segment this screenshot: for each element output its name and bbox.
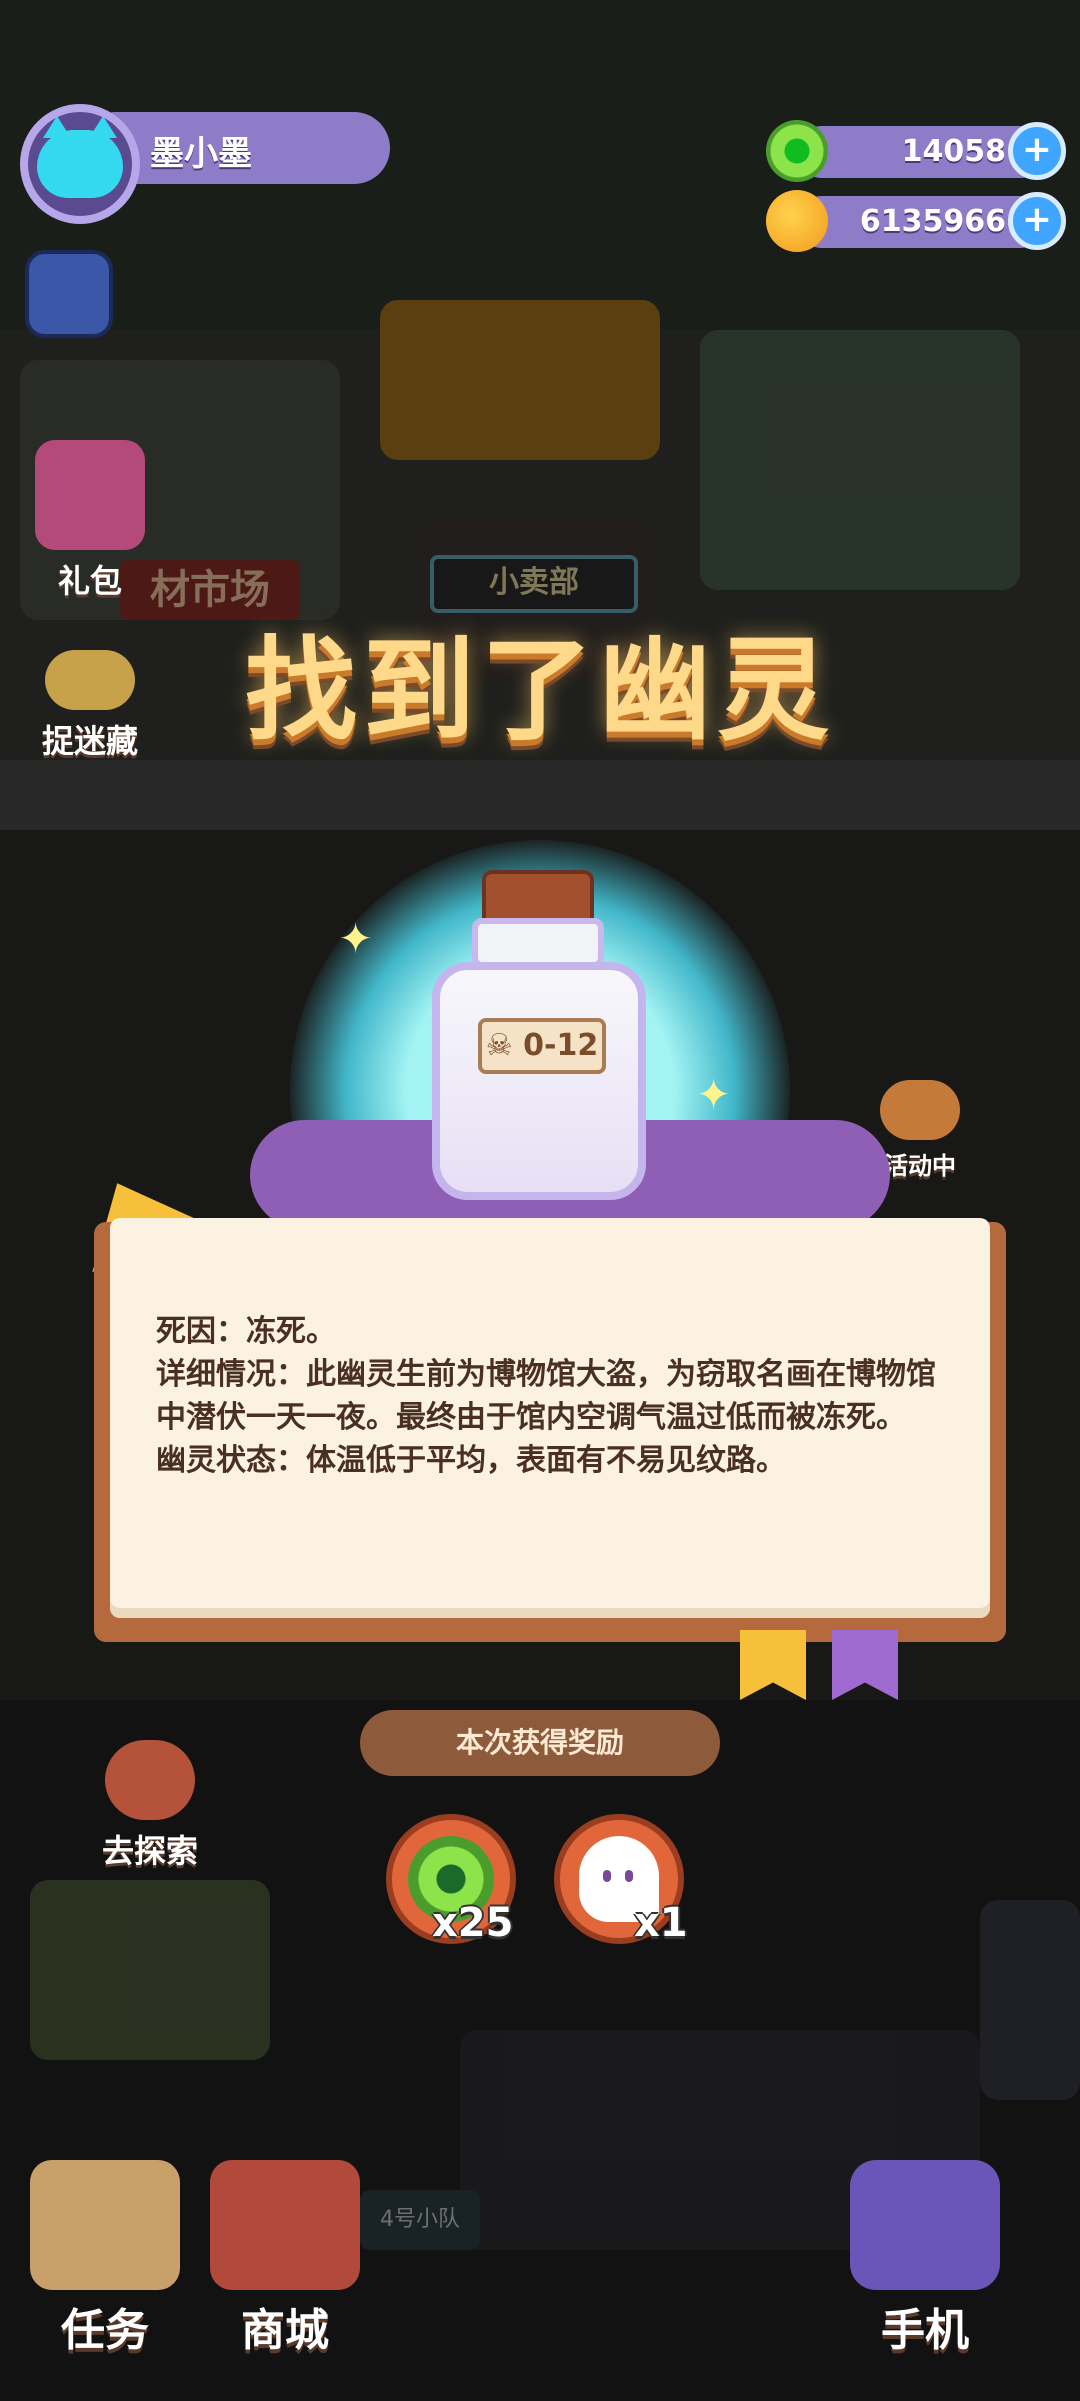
reward-label: 本次获得奖励 [360,1710,720,1776]
ghost-status: 幽灵状态：体温低于平均，表面有不易见纹路。 [156,1443,786,1478]
phone-icon [850,2160,1000,2290]
coin-currency: 6135966 + [766,190,1066,252]
donut-icon [766,120,828,182]
event-label: 活动中 [884,1152,956,1180]
add-coin-button[interactable]: + [1008,192,1066,250]
sparkle-icon: ✦ [338,914,374,963]
question-box-icon [25,250,113,338]
ghost-bottle: ☠ 0-12 [432,870,646,1200]
nav-phone-label: 手机 [881,2305,969,2356]
mystery-box-button[interactable] [24,250,114,344]
detail-text: 详细情况：此幽灵生前为博物馆大盗，为窃取名画在博物馆中潜伏一天一夜。最终由于馆内… [156,1357,936,1435]
explore-label: 去探索 [101,1832,198,1870]
book-icon [30,2160,180,2290]
ghost-info-book: 死因：冻死。 详细情况：此幽灵生前为博物馆大盗，为窃取名画在博物馆中潜伏一天一夜… [94,1218,1006,1642]
bottle-tag: ☠ 0-12 [478,1018,606,1074]
planet-coin-icon [766,190,828,252]
reward-qty: x1 [634,1900,688,1946]
player-profile[interactable]: 墨小墨 [20,104,390,224]
reward-donut: x25 [386,1814,516,1946]
nav-shop[interactable]: 商城 [200,2160,370,2358]
gift-button[interactable]: 礼包 [20,440,160,602]
rocket-icon [105,1740,195,1820]
nav-phone[interactable]: 手机 [840,2160,1010,2358]
modal-title: 找到了幽灵 [245,626,835,756]
nav-tasks[interactable]: 任务 [20,2160,190,2358]
explore-button[interactable]: 去探索 [80,1740,220,1872]
bottle-tag-text: 0-12 [523,1028,599,1063]
player-name: 墨小墨 [150,134,252,174]
avatar[interactable] [20,104,140,224]
nav-tasks-label: 任务 [61,2305,149,2356]
gift-icon [35,440,145,550]
sparkle-icon: ✦ [696,1070,732,1119]
donut-currency: 14058 + [766,120,1066,182]
nav-shop-label: 商城 [241,2305,329,2356]
store-icon [210,2160,360,2290]
fox-icon [880,1080,960,1140]
reward-ghost: x1 [554,1814,688,1946]
coin-value: 6135966 [859,204,1006,239]
add-donut-button[interactable]: + [1008,122,1066,180]
death-cause: 死因：冻死。 [156,1314,336,1349]
gift-label: 礼包 [57,562,122,600]
donut-value: 14058 [901,134,1006,169]
reward-qty: x25 [432,1900,514,1946]
cat-face-icon [37,116,123,198]
